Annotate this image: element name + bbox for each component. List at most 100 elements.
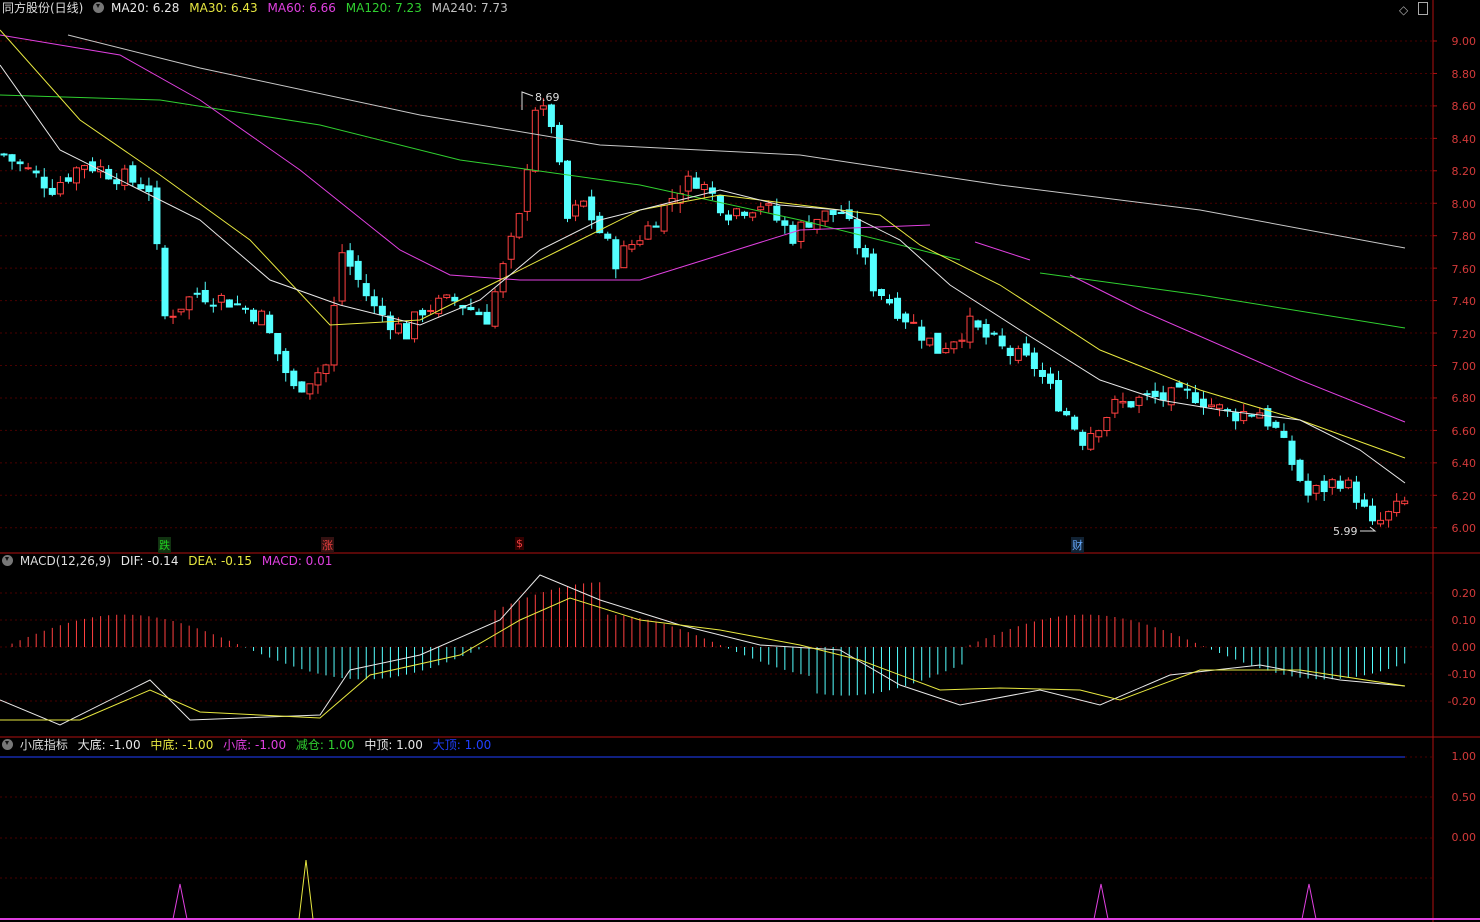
candle-body <box>910 321 918 324</box>
indicator-small-bottom: 小底: -1.00 <box>223 738 287 752</box>
candle-body <box>958 339 966 342</box>
candle-body <box>491 291 499 327</box>
candle-body <box>692 177 700 189</box>
candle-body <box>1272 421 1280 428</box>
event-marker-fall[interactable]: 跌 <box>158 537 171 553</box>
event-marker-finance[interactable]: 财 <box>1071 537 1084 553</box>
candle-body <box>821 210 829 222</box>
candle-body <box>0 153 8 156</box>
macd-title: MACD(12,26,9) <box>19 554 111 568</box>
candle-body <box>604 233 612 239</box>
candle-body <box>1038 370 1046 377</box>
candle-body <box>1304 480 1312 496</box>
candle-body <box>145 185 153 192</box>
candle-body <box>1183 388 1191 391</box>
candle-body <box>322 364 330 375</box>
candle-body <box>580 200 588 207</box>
candle-body <box>716 195 724 214</box>
indicator-spike <box>1093 883 1109 920</box>
candle-body <box>242 307 249 310</box>
candle-body <box>942 348 950 354</box>
indicator-big-top: 大顶: 1.00 <box>432 738 492 752</box>
macd-dea: DEA: -0.15 <box>188 554 253 568</box>
chart-canvas[interactable] <box>0 0 1480 922</box>
dropdown-icon[interactable] <box>93 2 105 13</box>
macd-dif: DIF: -0.14 <box>120 554 179 568</box>
candle-body <box>250 309 258 322</box>
candle-body <box>467 306 475 311</box>
price-axis-label: 6.40 <box>1451 457 1477 470</box>
diamond-icon[interactable]: ◇ <box>1399 3 1408 17</box>
ma120-label: MA120: 7.23 <box>345 1 422 15</box>
event-marker-rise[interactable]: 涨 <box>321 537 334 553</box>
candle-body <box>129 165 137 183</box>
candle-body <box>588 196 596 221</box>
macd-header: MACD(12,26,9) DIF: -0.14 DEA: -0.15 MACD… <box>2 553 338 569</box>
candle-body <box>837 212 845 215</box>
candle-body <box>8 154 16 162</box>
candle-body <box>1296 459 1304 481</box>
candle-body <box>1360 499 1368 507</box>
candle-body <box>660 204 668 232</box>
candle-body <box>427 309 435 312</box>
macd-value: MACD: 0.01 <box>261 554 333 568</box>
candle-body <box>354 260 362 280</box>
indicator-dropdown-icon[interactable] <box>2 739 13 750</box>
macd-dropdown-icon[interactable] <box>2 555 13 566</box>
candle-body <box>539 105 547 110</box>
candle-body <box>628 244 636 250</box>
price-axis-label: 8.80 <box>1451 68 1477 81</box>
candle-body <box>72 167 80 184</box>
macd-axis-label: -0.10 <box>1447 668 1476 681</box>
candle-body <box>990 332 998 335</box>
macd-axis-label: 0.10 <box>1451 614 1477 627</box>
ma60-line <box>1069 274 1406 423</box>
candle-body <box>298 381 306 393</box>
candle-body <box>982 324 990 338</box>
panel-toggle-icon[interactable] <box>1418 2 1428 15</box>
candle-body <box>700 183 708 191</box>
indicator-axis-label: 0.00 <box>1451 831 1477 844</box>
candle-body <box>998 335 1006 347</box>
candle-body <box>741 211 749 216</box>
price-axis-label: 8.60 <box>1451 100 1477 113</box>
candle-body <box>1208 404 1215 408</box>
candle-body <box>1288 440 1296 465</box>
candle-body <box>1320 480 1328 493</box>
candle-body <box>330 305 338 366</box>
candle-body <box>1377 519 1385 525</box>
candle-body <box>346 250 354 267</box>
high-pointer <box>521 91 534 110</box>
dea-line <box>0 597 1406 721</box>
price-axis-label: 8.40 <box>1451 133 1477 146</box>
candle-body <box>974 320 982 328</box>
event-marker-dividend[interactable]: $ <box>515 537 524 550</box>
price-axis-label: 8.20 <box>1451 165 1477 178</box>
candle-body <box>1006 347 1014 357</box>
candle-body <box>217 294 225 303</box>
stock-title: 同方股份(日线) <box>2 1 84 15</box>
macd-axis-label: 0.20 <box>1451 587 1477 600</box>
candle-body <box>443 294 451 299</box>
candle-body <box>1336 480 1344 489</box>
ma20-label: MA20: 6.28 <box>111 1 180 15</box>
candle-body <box>209 304 217 307</box>
candle-body <box>612 239 620 270</box>
candle-body <box>282 350 290 374</box>
candle-body <box>394 323 402 334</box>
candle-body <box>725 214 732 221</box>
candle-body <box>153 187 161 245</box>
indicator-reduce: 减仓: 1.00 <box>295 738 355 752</box>
candle-body <box>16 161 24 165</box>
candle-body <box>113 179 121 185</box>
price-header: 同方股份(日线) MA20: 6.28 MA30: 6.43 MA60: 6.6… <box>2 0 514 16</box>
stock-chart-window[interactable]: 同方股份(日线) MA20: 6.28 MA30: 6.43 MA60: 6.6… <box>0 0 1480 922</box>
candle-body <box>64 177 72 182</box>
candle-body <box>1232 412 1240 422</box>
ma60-line <box>974 241 1031 261</box>
candle-body <box>475 311 483 316</box>
candle-body <box>1111 398 1119 414</box>
price-axis-label: 6.20 <box>1451 490 1477 503</box>
candle-body <box>1055 380 1063 412</box>
indicator-mid-top: 中顶: 1.00 <box>364 738 423 752</box>
